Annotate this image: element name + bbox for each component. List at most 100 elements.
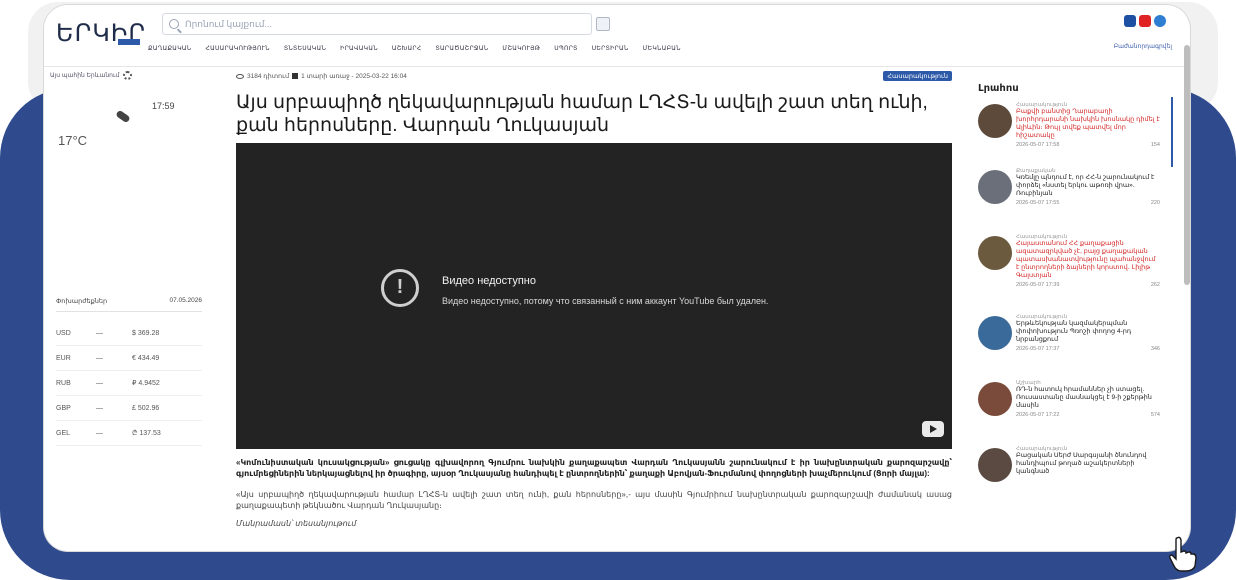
- nav-item[interactable]: ՄԵԿՆԱԲԱՆ: [643, 45, 681, 52]
- rate-value: ₽ 4.9452: [132, 380, 160, 387]
- nav-item[interactable]: ՀԱՍԱՐԱԿՈՒԹՅՈՒՆ: [205, 45, 269, 52]
- news-date: 2026-05-07 17:58: [1016, 142, 1060, 148]
- rate-row: RUB — ₽ 4.9452: [56, 371, 202, 396]
- rates-date: 07.05.2026: [169, 297, 202, 304]
- news-thumbnail: [978, 236, 1012, 270]
- page-scrollbar[interactable]: [1184, 45, 1190, 285]
- news-item[interactable]: Հասարակություն Հայաստանում ՀՀ քաղաքացին …: [978, 234, 1178, 314]
- rates-header: Փոխարժեքներ 07.05.2026: [56, 297, 202, 312]
- article-meta: 3184 դիտում 1 տարի առաջ - 2025-03-22 16:…: [236, 71, 952, 81]
- news-date: 2026-05-07 17:22: [1016, 412, 1060, 418]
- rate-code: USD: [56, 329, 71, 337]
- news-item[interactable]: Հասարակություն Բաքվի բանտից Ղարաբաղի խոր…: [978, 102, 1178, 168]
- rates-label: Փոխարժեքներ: [56, 298, 108, 305]
- rate-value: $ 369.28: [132, 329, 160, 337]
- pointer-hand-icon: [1169, 536, 1197, 572]
- rate-value: £ 502.96: [132, 404, 160, 412]
- rate-code: GEL: [56, 429, 71, 437]
- youtube-icon[interactable]: [1139, 15, 1151, 27]
- rate-code: EUR: [56, 354, 71, 362]
- rate-row: EUR — € 434.49: [56, 346, 202, 371]
- news-thumbnail: [978, 448, 1012, 482]
- youtube-logo-icon[interactable]: [922, 421, 944, 437]
- nav-item[interactable]: ԻՐԱՎԱԿԱՆ: [340, 45, 378, 52]
- category-badge[interactable]: Հասարակություն: [883, 71, 952, 81]
- logo-badge: [118, 39, 140, 45]
- rate-sep: —: [96, 329, 103, 337]
- rate-sep: —: [96, 404, 103, 412]
- article-paragraph: «Այս սրբապիղծ ղեկավարության համար ԼՂՀՏ-ն…: [236, 490, 952, 510]
- rate-sep: —: [96, 354, 103, 362]
- news-thumbnail: [978, 316, 1012, 350]
- rate-sep: —: [96, 379, 103, 387]
- news-item[interactable]: Հասարակություն Երթևեկության կազմակերպման…: [978, 314, 1178, 380]
- news-headline[interactable]: Երթևեկության կազմակերպման փոփոխություն Պ…: [1016, 320, 1160, 344]
- news-headline[interactable]: Հայաստանում ՀՀ քաղաքացին ազատազրկված չէ,…: [1016, 240, 1160, 280]
- rate-value: € 434.49: [132, 354, 160, 362]
- news-feed-title: Լրահոս: [978, 83, 1019, 94]
- news-views: 346: [1150, 346, 1160, 352]
- facebook-icon[interactable]: [1124, 15, 1136, 27]
- telegram-icon[interactable]: [1154, 15, 1166, 27]
- subscribe-link[interactable]: Բաժանորդագրվել: [1114, 43, 1172, 50]
- feed-scrollbar[interactable]: [1171, 97, 1173, 167]
- rate-row: USD — $ 369.28: [56, 321, 202, 346]
- nav-item[interactable]: ՍՊՈՐՏ: [554, 45, 577, 52]
- news-thumbnail: [978, 170, 1012, 204]
- nav-item[interactable]: ՍԵՐՏԻՐԱՆ: [592, 45, 629, 52]
- news-date: 2026-05-07 17:39: [1016, 282, 1060, 288]
- news-headline[interactable]: Բացական Սերժ Սարգսյանի ծնունդով հանդիպու…: [1016, 452, 1160, 476]
- search-input[interactable]: Որոնում կայքում...: [162, 13, 592, 35]
- main-nav: ՔԱՂԱՔԱԿԱՆ ՀԱՍԱՐԱԿՈՒԹՅՈՒՆ ՏՆՏԵՍԱԿԱՆ ԻՐԱՎԱ…: [148, 45, 695, 52]
- news-views: 154: [1150, 142, 1160, 148]
- news-headline[interactable]: Բաքվի բանտից Ղարաբաղի խորհրդարանի նախկին…: [1016, 108, 1160, 140]
- news-item[interactable]: Հասարակություն Բացական Սերժ Սարգսյանի ծն…: [978, 446, 1178, 512]
- rate-sep: —: [96, 429, 103, 437]
- news-thumbnail: [978, 104, 1012, 138]
- eye-icon: [236, 73, 244, 79]
- article-lead: «Կոմունիստական կուսակցության» ցուցակը գլ…: [236, 458, 952, 478]
- cloud-icon: [115, 109, 131, 124]
- video-error-title: Видео недоступно: [442, 275, 536, 287]
- news-item[interactable]: Աշխարհ ՌԴ-ն հատուկ հրամաններ չի ստացել. …: [978, 380, 1178, 446]
- news-views: 220: [1150, 200, 1160, 206]
- rate-code: RUB: [56, 379, 71, 387]
- weather-location-label: Այս պահին Երևանում: [50, 73, 120, 79]
- alert-icon: !: [381, 269, 419, 307]
- article-title: Այս սրբապիղծ ղեկավարության համար ԼՂՀՏ-ն …: [236, 92, 928, 136]
- article-main: 3184 դիտում 1 տարի առաջ - 2025-03-22 16:…: [236, 71, 952, 528]
- news-date: 2026-05-07 17:37: [1016, 346, 1060, 352]
- article-note: Մանրամասն՝ տեսանյութում: [236, 519, 357, 528]
- social-links: [1124, 15, 1166, 27]
- news-headline[interactable]: ՌԴ-ն հատուկ հրամաններ չի ստացել. Ռուսաստ…: [1016, 386, 1160, 410]
- temperature: 17°C: [58, 133, 88, 148]
- rates-table: USD — $ 369.28 EUR — € 434.49 RUB — ₽ 4.…: [56, 321, 202, 446]
- calendar-icon: [292, 73, 299, 79]
- news-thumbnail: [978, 382, 1012, 416]
- article-views: 3184 դիտում: [247, 73, 290, 80]
- left-sidebar: Այս պահին Երևանում 17:59 17°C Փոխարժեքնե…: [50, 71, 212, 446]
- weather-time: 17:59: [152, 101, 175, 111]
- search-icon: [169, 19, 179, 29]
- calendar-icon[interactable]: [596, 17, 610, 31]
- rate-row: GEL — ₾ 137.53: [56, 421, 202, 446]
- video-error-message: Видео недоступно, потому что связанный с…: [442, 296, 769, 306]
- nav-item[interactable]: ԱՇԽԱՐՀ: [392, 45, 422, 52]
- news-headline[interactable]: Կռեմլը պնդում է, որ ՀՀ-ն շարունակում է փ…: [1016, 174, 1160, 198]
- gear-icon[interactable]: [123, 71, 133, 80]
- browser-screen: ԵՐԿԻՐ Որոնում կայքում... ՔԱՂԱՔԱԿԱՆ ՀԱՍԱՐ…: [44, 5, 1190, 551]
- video-player[interactable]: ! Видео недоступно Видео недоступно, пот…: [236, 143, 952, 449]
- nav-item[interactable]: ՔԱՂԱՔԱԿԱՆ: [148, 45, 191, 52]
- rate-row: GBP — £ 502.96: [56, 396, 202, 421]
- rate-code: GBP: [56, 404, 71, 412]
- nav-item[interactable]: ՏՆՏԵՍԱԿԱՆ: [284, 45, 326, 52]
- weather-location: Այս պահին Երևանում: [50, 71, 212, 80]
- site-header: ԵՐԿԻՐ Որոնում կայքում... ՔԱՂԱՔԱԿԱՆ ՀԱՍԱՐ…: [44, 5, 1184, 67]
- search-placeholder: Որոնում կայքում...: [185, 18, 272, 29]
- news-views: 262: [1150, 282, 1160, 288]
- news-views: 574: [1150, 412, 1160, 418]
- article-date: 1 տարի առաջ - 2025-03-22 16:04: [301, 73, 407, 80]
- nav-item[interactable]: ՏԱՐԱԾԱՇՐՋԱՆ: [435, 45, 488, 52]
- news-item[interactable]: Քաղաքական Կռեմլը պնդում է, որ ՀՀ-ն շարու…: [978, 168, 1178, 234]
- nav-item[interactable]: ՄՇԱԿՈՒՅԹ: [502, 45, 540, 52]
